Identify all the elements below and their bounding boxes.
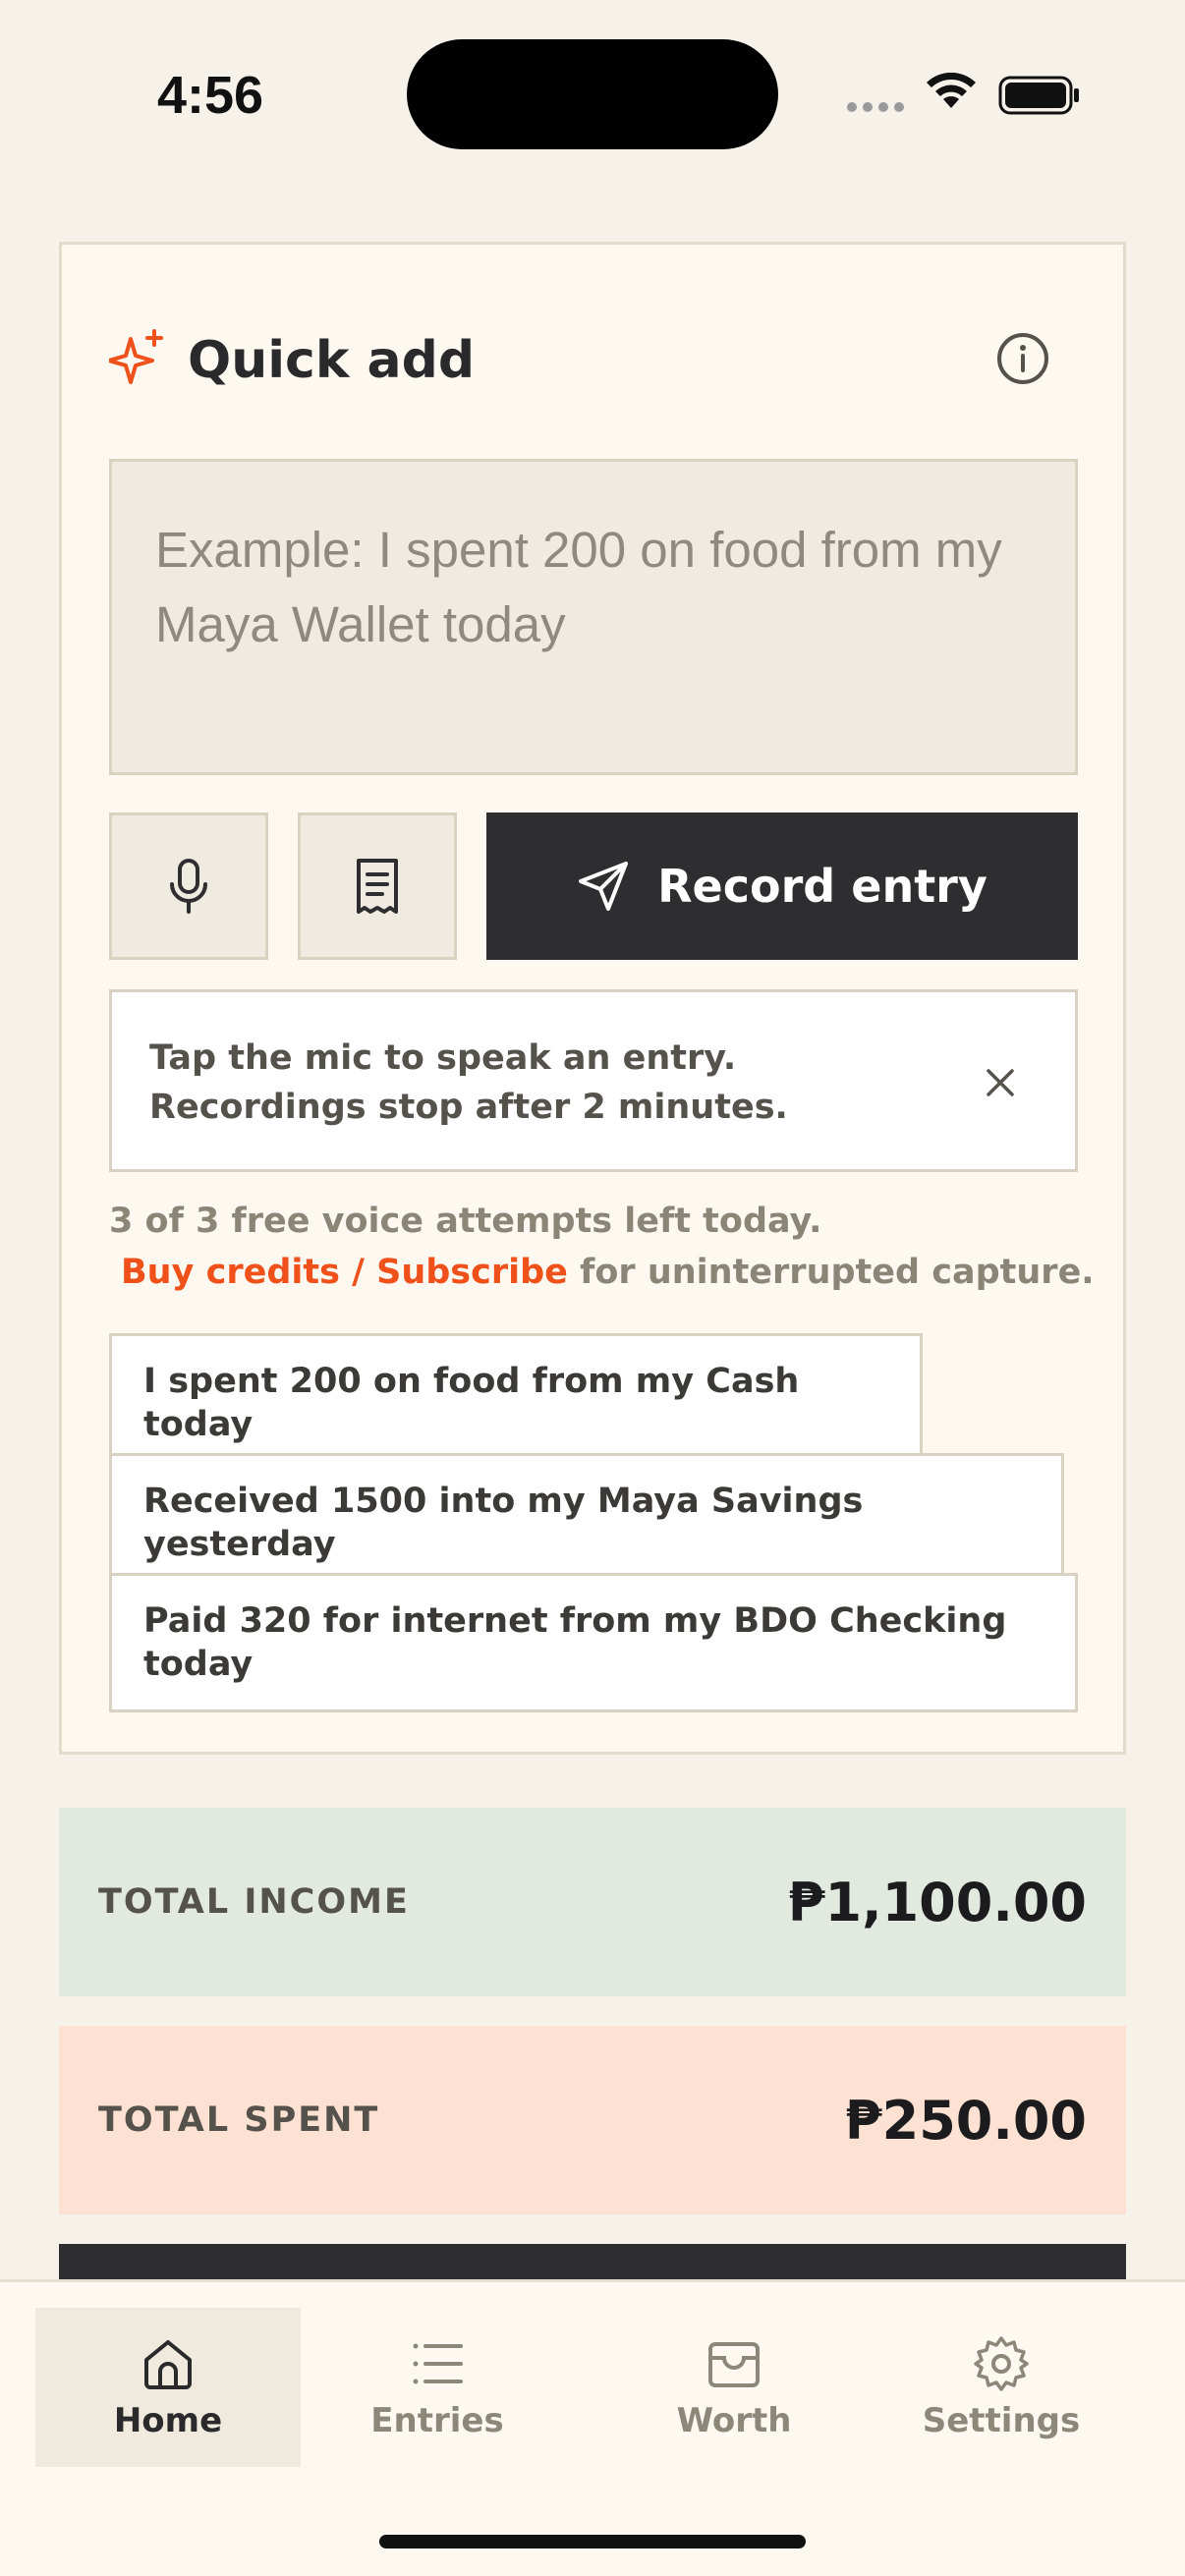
record-entry-button[interactable]: Record entry (486, 812, 1078, 960)
total-spent-value: ₱250.00 (845, 2089, 1087, 2152)
suggestion-chip[interactable]: I spent 200 on food from my Cash today (109, 1333, 923, 1473)
buy-suffix: for uninterrupted capture. (567, 1253, 1095, 1292)
total-income-card: TOTAL INCOME ₱1,100.00 (59, 1808, 1126, 1996)
tab-worth-label: Worth (676, 2401, 792, 2440)
record-entry-label: Record entry (657, 860, 988, 913)
tab-bar: Home Entries Worth Settings (0, 2279, 1185, 2576)
close-icon[interactable] (985, 1067, 1016, 1098)
gear-icon (974, 2336, 1029, 2391)
hint-line-2: Recordings stop after 2 minutes. (149, 1088, 788, 1127)
mic-icon (170, 859, 207, 914)
home-icon (144, 2340, 192, 2389)
home-indicator[interactable] (379, 2535, 806, 2548)
tab-home-label: Home (113, 2401, 223, 2440)
tab-settings-label: Settings (922, 2401, 1081, 2440)
total-spent-label: TOTAL SPENT (98, 2100, 380, 2140)
dynamic-island (407, 39, 778, 149)
buy-credits-link[interactable]: Buy credits / Subscribe (121, 1253, 568, 1292)
total-spent-card: TOTAL SPENT ₱250.00 (59, 2026, 1126, 2214)
wallet-icon (708, 2342, 760, 2387)
next-card-edge (59, 2244, 1126, 2283)
tab-settings[interactable]: Settings (869, 2308, 1134, 2467)
voice-hint: Tap the mic to speak an entry. Recording… (109, 989, 1078, 1172)
entry-input[interactable]: Example: I spent 200 on food from my May… (109, 459, 1078, 775)
battery-icon (998, 76, 1079, 115)
quick-add-card: Quick add Example: I spent 200 on food f… (59, 242, 1126, 1755)
hint-text: Tap the mic to speak an entry. Recording… (149, 1034, 896, 1132)
cellular-dots-icon (847, 102, 904, 112)
tab-worth[interactable]: Worth (601, 2308, 867, 2467)
total-income-value: ₱1,100.00 (787, 1871, 1087, 1933)
voice-attempts-note: 3 of 3 free voice attempts left today. B… (109, 1196, 1101, 1298)
suggestion-chip[interactable]: Received 1500 into my Maya Savings yeste… (109, 1453, 1064, 1593)
sparkle-icon (109, 329, 163, 384)
receipt-icon (357, 859, 398, 914)
card-title: Quick add (188, 331, 476, 390)
tab-entries-label: Entries (370, 2401, 504, 2440)
hint-line-1: Tap the mic to speak an entry. (149, 1038, 737, 1078)
mic-button[interactable] (109, 812, 268, 960)
status-bar: 4:56 (0, 0, 1185, 187)
status-time: 4:56 (157, 66, 264, 125)
tab-home[interactable]: Home (35, 2308, 301, 2467)
info-icon[interactable] (995, 331, 1050, 386)
entry-placeholder: Example: I spent 200 on food from my May… (155, 522, 1002, 652)
wifi-icon (927, 72, 976, 108)
total-income-label: TOTAL INCOME (98, 1882, 410, 1922)
send-icon (579, 862, 629, 911)
quick-add-header: Quick add (109, 329, 1082, 390)
receipt-button[interactable] (298, 812, 457, 960)
tab-entries[interactable]: Entries (305, 2308, 570, 2467)
attempts-text: 3 of 3 free voice attempts left today. (109, 1202, 822, 1241)
list-icon (413, 2343, 463, 2384)
suggestion-chip[interactable]: Paid 320 for internet from my BDO Checki… (109, 1573, 1078, 1712)
